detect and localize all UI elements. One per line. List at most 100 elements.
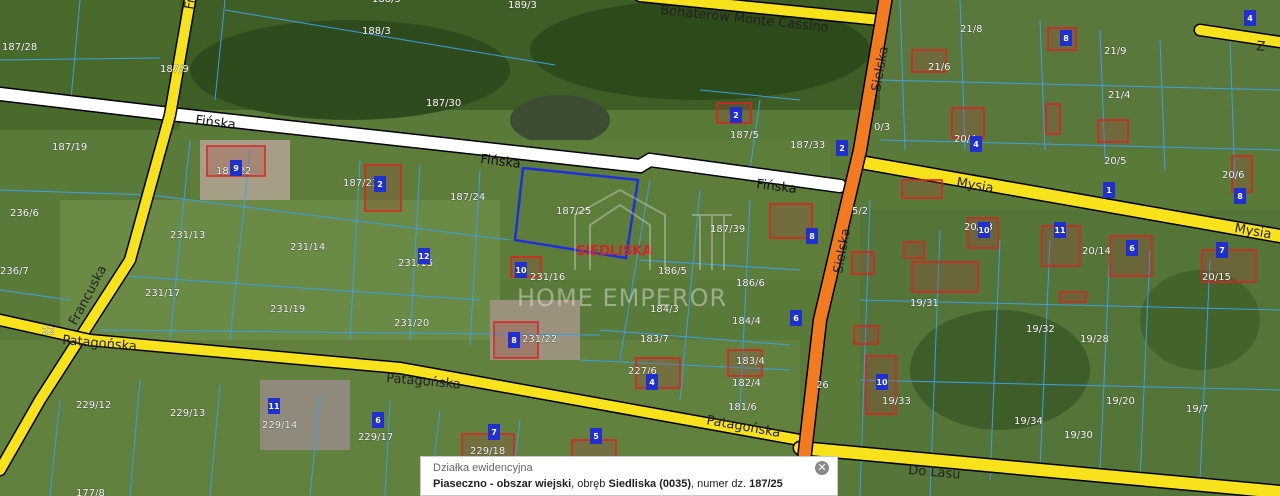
- house-number-badge: 10: [978, 222, 990, 238]
- parcel-label: 183/4: [736, 356, 765, 367]
- parcel-label: 187/5: [730, 130, 759, 141]
- popup-unit: Piaseczno - obszar wiejski: [433, 478, 572, 490]
- parcel-label: 21/6: [928, 62, 950, 73]
- house-number-badge: 2: [836, 140, 848, 156]
- house-number-badge: 6: [790, 310, 802, 326]
- parcel-label: 19/30: [1064, 430, 1093, 441]
- house-number-badge: 4: [1244, 10, 1256, 26]
- house-number-badge: 10: [515, 262, 527, 278]
- parcel-label: 19/28: [1080, 334, 1109, 345]
- parcel-label: 20/5: [1104, 156, 1126, 167]
- house-number-badge: 11: [268, 398, 280, 414]
- parcel-label: 5/2: [852, 206, 868, 217]
- house-number-badge: 2: [374, 176, 386, 192]
- house-number-label: 1: [1106, 186, 1112, 195]
- house-number-label: 8: [1063, 34, 1069, 43]
- popup-number: 187/25: [749, 478, 783, 490]
- house-number-label: 7: [1219, 246, 1225, 255]
- parcel-label: 22: [42, 326, 55, 337]
- parcel-label: 231/20: [394, 318, 429, 329]
- parcel-label: 187/25: [556, 206, 591, 217]
- parcel-label: 229/17: [358, 432, 393, 443]
- house-number-badge: 10: [876, 374, 888, 390]
- house-number-label: 6: [375, 416, 381, 425]
- house-number-label: 9: [233, 164, 239, 173]
- house-number-badge: 4: [970, 136, 982, 152]
- house-number-label: 11: [268, 402, 280, 411]
- house-number-label: 4: [1247, 14, 1253, 23]
- house-number-badge: 12: [418, 248, 430, 264]
- parcel-label: 26: [816, 380, 829, 391]
- parcel-label: 21/4: [1108, 90, 1130, 101]
- house-number-badge: 7: [1216, 242, 1228, 258]
- parcel-label: 19/34: [1014, 416, 1043, 427]
- parcel-label: 181/6: [728, 402, 757, 413]
- parcel-label: 231/16: [530, 272, 565, 283]
- house-number-label: 10: [515, 266, 527, 275]
- watermark-text: HOME EMPEROR: [517, 284, 727, 312]
- house-number-label: 2: [733, 111, 739, 120]
- parcel-label: 186/6: [736, 278, 765, 289]
- parcel-label: 21/8: [960, 24, 982, 35]
- parcel-label: 229/14: [262, 420, 297, 431]
- street-label-z: Z: [1256, 39, 1267, 55]
- parcel-label: 188/5: [372, 0, 401, 5]
- parcel-label: 19/20: [1106, 396, 1135, 407]
- parcel-label: 20/6: [1222, 170, 1244, 181]
- house-number-badge: 7: [488, 424, 500, 440]
- popup-title: Działka ewidencyjna: [433, 462, 533, 474]
- house-number-badge: 8: [1234, 188, 1246, 204]
- parcel-label: 187/24: [450, 192, 485, 203]
- house-number-label: 10: [978, 226, 990, 235]
- popup-precinct-prefix: , obręb: [571, 478, 609, 490]
- parcel-label: 236/6: [10, 208, 39, 219]
- house-number-label: 5: [593, 432, 599, 441]
- parcel-label: 19/7: [1186, 404, 1208, 415]
- house-number-badge: 11: [1054, 222, 1066, 238]
- close-icon[interactable]: ✕: [815, 461, 829, 475]
- popup-precinct: Siedliska (0035): [608, 478, 692, 490]
- parcel-label: 186/5: [658, 266, 687, 277]
- parcel-label: 187/23: [343, 178, 378, 189]
- house-number-label: 2: [839, 144, 845, 153]
- house-number-badge: 2: [730, 107, 742, 123]
- parcel-label: 19/31: [910, 298, 939, 309]
- house-number-badge: 8: [806, 228, 818, 244]
- house-number-badge: 4: [646, 374, 658, 390]
- parcel-label: 187/33: [790, 140, 825, 151]
- parcel-label: 231/17: [145, 288, 180, 299]
- parcel-label: 187/9: [160, 64, 189, 75]
- house-number-label: 7: [491, 428, 497, 437]
- parcel-label: 236/7: [0, 266, 29, 277]
- parcel-label: 229/13: [170, 408, 205, 419]
- parcel-label: 20/15: [1202, 272, 1231, 283]
- map-canvas[interactable]: Fińska Fińska Fińska Sielska Sielska Mys…: [0, 0, 1280, 496]
- house-number-badge: 6: [372, 412, 384, 428]
- parcel-label: 188/3: [362, 26, 391, 37]
- parcel-label: 187/28: [2, 42, 37, 53]
- house-number-label: 4: [649, 378, 655, 387]
- popup-body: Piaseczno - obszar wiejski, obręb Siedli…: [433, 478, 825, 490]
- house-number-label: 2: [377, 180, 383, 189]
- parcel-label: 20/14: [1082, 246, 1111, 257]
- house-number-label: 6: [793, 314, 799, 323]
- house-number-label: 4: [973, 140, 979, 149]
- parcel-label: 231/14: [290, 242, 325, 253]
- house-number-label: 12: [418, 252, 429, 261]
- parcel-label: 229/12: [76, 400, 111, 411]
- house-number-label: 10: [876, 378, 888, 387]
- parcel-label: 21/9: [1104, 46, 1126, 57]
- house-number-badge: 8: [508, 332, 520, 348]
- parcel-label: 182/4: [732, 378, 761, 389]
- parcel-label: 231/22: [522, 334, 557, 345]
- parcel-label: 184/4: [732, 316, 761, 327]
- parcel-label: 231/19: [270, 304, 305, 315]
- house-number-badge: 9: [230, 160, 242, 176]
- parcel-label: 187/30: [426, 98, 461, 109]
- house-number-badge: 8: [1060, 30, 1072, 46]
- parcel-label: 183/7: [640, 334, 669, 345]
- parcel-label: 177/8: [76, 488, 105, 496]
- parcel-label: 231/13: [170, 230, 205, 241]
- house-number-label: 8: [511, 336, 517, 345]
- house-number-label: 8: [1237, 192, 1243, 201]
